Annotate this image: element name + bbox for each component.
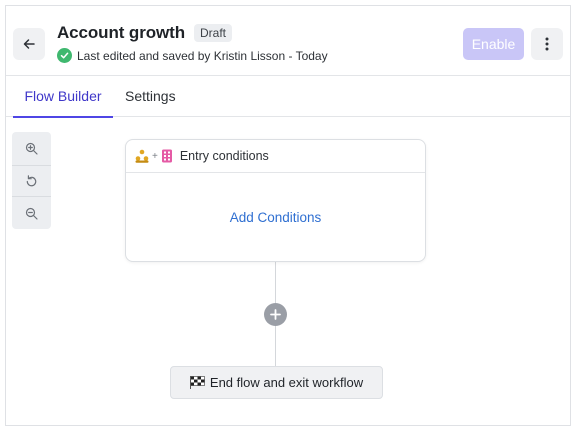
zoom-out-icon (25, 207, 38, 220)
tab-flow-builder[interactable]: Flow Builder (13, 76, 113, 118)
save-status: Last edited and saved by Kristin Lisson … (57, 48, 328, 63)
back-button[interactable] (13, 28, 45, 60)
entry-card-header: + Entry conditions (126, 140, 425, 173)
end-flow-node[interactable]: End flow and exit workflow (170, 366, 383, 399)
zoom-in-icon (25, 142, 38, 155)
check-circle-icon (57, 48, 72, 63)
end-flow-label: End flow and exit workflow (209, 375, 364, 390)
entry-title: Entry conditions (179, 149, 269, 163)
connector-line (275, 262, 276, 303)
checkered-flag-icon (189, 376, 205, 389)
reset-icon (26, 174, 37, 186)
zoom-in-button[interactable] (12, 132, 51, 164)
tab-bar: Flow Builder Settings (6, 76, 570, 118)
save-status-text: Last edited and saved by Kristin Lisson … (77, 48, 328, 63)
connector-line (275, 326, 276, 366)
plus-icon: + (152, 150, 158, 162)
enable-button[interactable]: Enable (463, 28, 524, 60)
workflow-editor: Account growth Draft Last edited and sav… (5, 5, 571, 426)
people-icon (135, 149, 149, 163)
more-vertical-icon (545, 37, 549, 51)
add-step-button[interactable] (264, 303, 287, 326)
zoom-out-button[interactable] (12, 197, 51, 229)
page-title: Account growth (57, 23, 185, 42)
add-conditions-link[interactable]: Add Conditions (126, 173, 425, 261)
entry-conditions-card: + Entry conditions Add Conditions (125, 139, 426, 262)
entry-icons: + (135, 149, 173, 163)
plus-icon (270, 309, 281, 320)
title-row: Account growth Draft (57, 23, 232, 43)
building-icon (161, 149, 172, 163)
tab-settings[interactable]: Settings (125, 76, 176, 117)
status-badge: Draft (193, 24, 232, 42)
editor-header: Account growth Draft Last edited and sav… (6, 6, 570, 76)
reset-zoom-button[interactable] (12, 165, 51, 197)
more-options-button[interactable] (531, 28, 563, 60)
zoom-controls (12, 132, 51, 229)
arrow-left-icon (23, 39, 35, 49)
